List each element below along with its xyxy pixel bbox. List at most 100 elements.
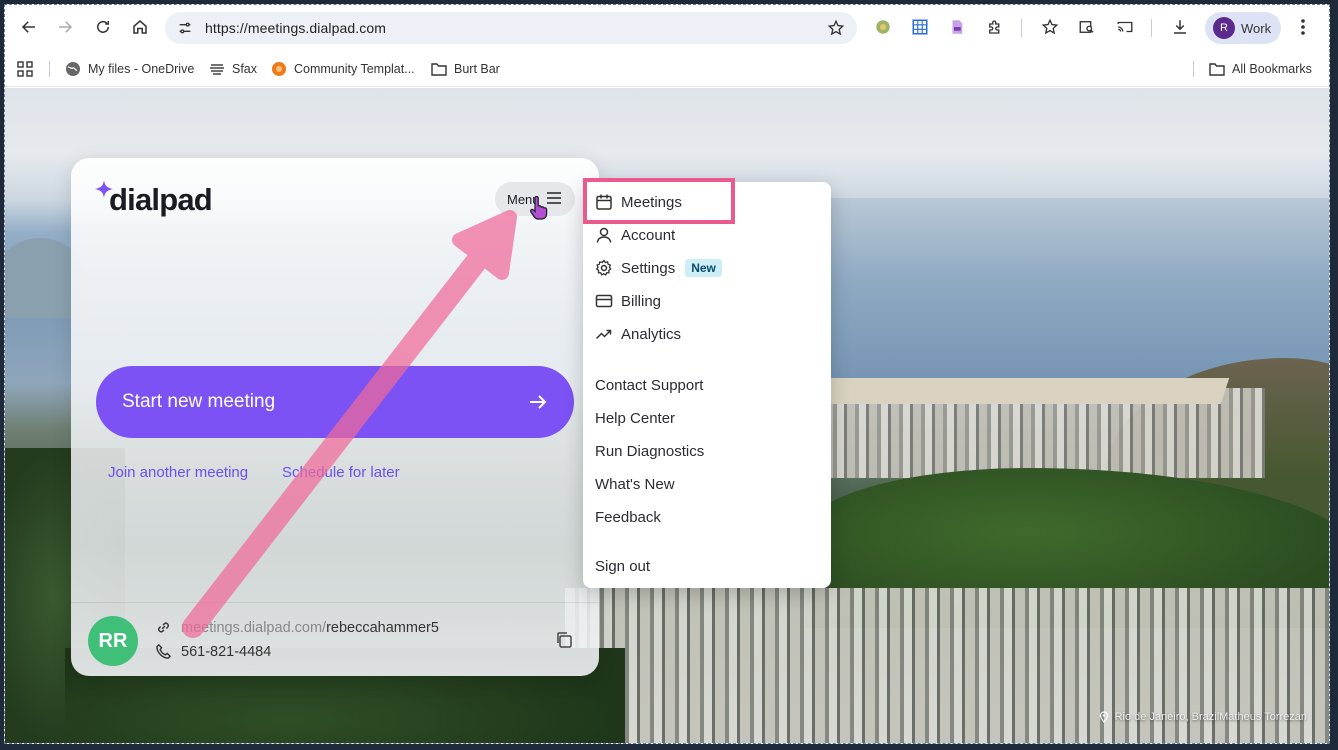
hamburger-icon [547, 192, 561, 204]
meeting-link-row[interactable]: meetings.dialpad.com/rebeccahammer5 [155, 619, 439, 636]
menu-item-sign-out[interactable]: Sign out [595, 553, 650, 579]
location-pin-icon [1099, 711, 1108, 723]
schedule-for-later-link[interactable]: Schedule for later [282, 464, 400, 481]
folder-icon [431, 63, 447, 76]
reload-button[interactable] [89, 13, 117, 41]
menu-item-label: Account [621, 226, 676, 244]
bookmark-label: Burt Bar [454, 62, 500, 76]
bookmark-star-icon[interactable] [827, 19, 845, 37]
start-button-label: Start new meeting [122, 391, 276, 412]
bookmark-label: My files - OneDrive [88, 62, 195, 76]
menu-item-contact-support[interactable]: Contact Support [595, 372, 703, 398]
menu-item-run-diagnostics[interactable]: Run Diagnostics [595, 438, 704, 464]
menu-item-help-center[interactable]: Help Center [595, 405, 675, 431]
bookmark-community[interactable]: Community Templat... [271, 60, 415, 78]
profile-label: Work [1241, 21, 1272, 36]
card-footer: RR meetings.dialpad.com/rebeccahammer5 5… [71, 602, 599, 676]
browser-window: https://meetings.dialpad.com R Work My f… [4, 4, 1330, 744]
home-icon [133, 20, 147, 34]
start-new-meeting-button[interactable]: Start new meeting [96, 366, 574, 438]
cast-icon[interactable] [1115, 17, 1135, 37]
phone-icon [156, 643, 172, 659]
menu-item-label: What's New [595, 475, 675, 493]
profile-avatar: R [1213, 17, 1235, 39]
url-text[interactable]: https://meetings.dialpad.com [205, 20, 386, 36]
extension-grid-icon[interactable] [910, 17, 930, 37]
new-badge: New [685, 259, 722, 277]
phone-number: 561-821-4484 [181, 643, 272, 660]
avatar: RR [88, 616, 138, 666]
extensions-puzzle-icon[interactable] [985, 17, 1005, 37]
menu-dropdown: Meetings Account Settings New Billing An… [583, 182, 831, 588]
menu-item-label: Feedback [595, 508, 661, 526]
dialpad-logo: dialpad [95, 180, 213, 220]
site-settings-icon[interactable] [177, 20, 193, 36]
browser-toolbar: https://meetings.dialpad.com R Work [5, 5, 1329, 49]
meeting-url-user: rebeccahammer5 [326, 619, 439, 636]
menu-item-label: Settings [621, 259, 676, 277]
dialpad-meetings-card: dialpad Menu Start new meeting Join anot… [71, 158, 599, 676]
back-arrow-icon [21, 21, 35, 33]
folder-icon [1209, 63, 1225, 76]
toolbar-separator-2 [1151, 19, 1152, 37]
hand-cursor-icon [530, 196, 548, 220]
menu-item-analytics[interactable]: Analytics [595, 321, 681, 347]
bookmark-separator [49, 61, 50, 77]
meetings-highlight-box [583, 178, 735, 224]
trend-icon [595, 329, 612, 340]
toolbar-separator [1021, 19, 1022, 37]
home-button[interactable] [126, 13, 154, 41]
bookmarks-bar: My files - OneDrive Sfax Community Templ… [5, 49, 1329, 87]
community-icon [272, 62, 286, 76]
menu-item-label: Contact Support [595, 376, 704, 394]
bookmark-folder-burt-bar[interactable]: Burt Bar [431, 60, 500, 78]
logo-wordmark: dialpad [109, 182, 213, 217]
back-button[interactable] [15, 13, 43, 41]
globe-icon [66, 62, 80, 76]
menu-item-whats-new[interactable]: What's New [595, 471, 675, 497]
forward-button[interactable] [51, 13, 79, 41]
menu-item-account[interactable]: Account [595, 222, 675, 248]
forward-arrow-icon [59, 21, 73, 33]
menu-item-label: Sign out [595, 557, 651, 575]
browser-menu-icon[interactable] [1295, 17, 1311, 37]
menu-item-settings[interactable]: Settings New [595, 255, 722, 281]
person-icon [596, 227, 612, 243]
menu-item-label: Help Center [595, 409, 676, 427]
join-another-meeting-link[interactable]: Join another meeting [108, 464, 248, 481]
menu-item-label: Analytics [621, 325, 682, 343]
card-icon [595, 294, 613, 308]
download-icon[interactable] [1170, 17, 1190, 37]
tab-search-icon[interactable] [1077, 17, 1097, 37]
apps-button[interactable] [17, 60, 40, 78]
reload-icon [97, 20, 109, 33]
copy-icon[interactable] [555, 631, 573, 649]
bookmark-onedrive[interactable]: My files - OneDrive [65, 60, 194, 78]
link-icon [158, 622, 169, 633]
menu-item-feedback[interactable]: Feedback [595, 504, 661, 530]
menu-item-label: Run Diagnostics [595, 442, 705, 460]
reading-list-star-icon[interactable] [1040, 17, 1060, 37]
bookmark-sfax[interactable]: Sfax [209, 60, 257, 78]
bookmark-label: Community Templat... [294, 62, 415, 76]
gear-icon [595, 259, 612, 276]
photo-credit: Rio de Janeiro, BrazilMatheus Torrezan [1098, 711, 1307, 723]
sfax-icon [210, 64, 224, 75]
menu-item-billing[interactable]: Billing [595, 288, 661, 314]
phone-row: 561-821-4484 [155, 643, 271, 660]
apps-grid-icon [17, 61, 33, 77]
arrow-right-icon [530, 395, 547, 409]
photo-credit-text: Rio de Janeiro, BrazilMatheus Torrezan [1114, 711, 1307, 723]
menu-item-label: Billing [621, 292, 662, 310]
sparkle-logo-icon [95, 180, 113, 198]
all-bookmarks-button[interactable]: All Bookmarks [1209, 60, 1312, 78]
all-bookmarks-label: All Bookmarks [1232, 62, 1312, 76]
extension-grammar-icon[interactable] [873, 17, 893, 37]
meetings-page: Rio de Janeiro, BrazilMatheus Torrezan d… [5, 88, 1329, 743]
bookmark-separator-2 [1193, 61, 1194, 77]
bookmark-label: Sfax [232, 62, 258, 76]
extension-doc-icon[interactable] [947, 17, 967, 37]
background-beach [820, 378, 1230, 404]
address-bar[interactable]: https://meetings.dialpad.com [165, 12, 857, 44]
profile-chip[interactable]: R Work [1205, 12, 1281, 44]
